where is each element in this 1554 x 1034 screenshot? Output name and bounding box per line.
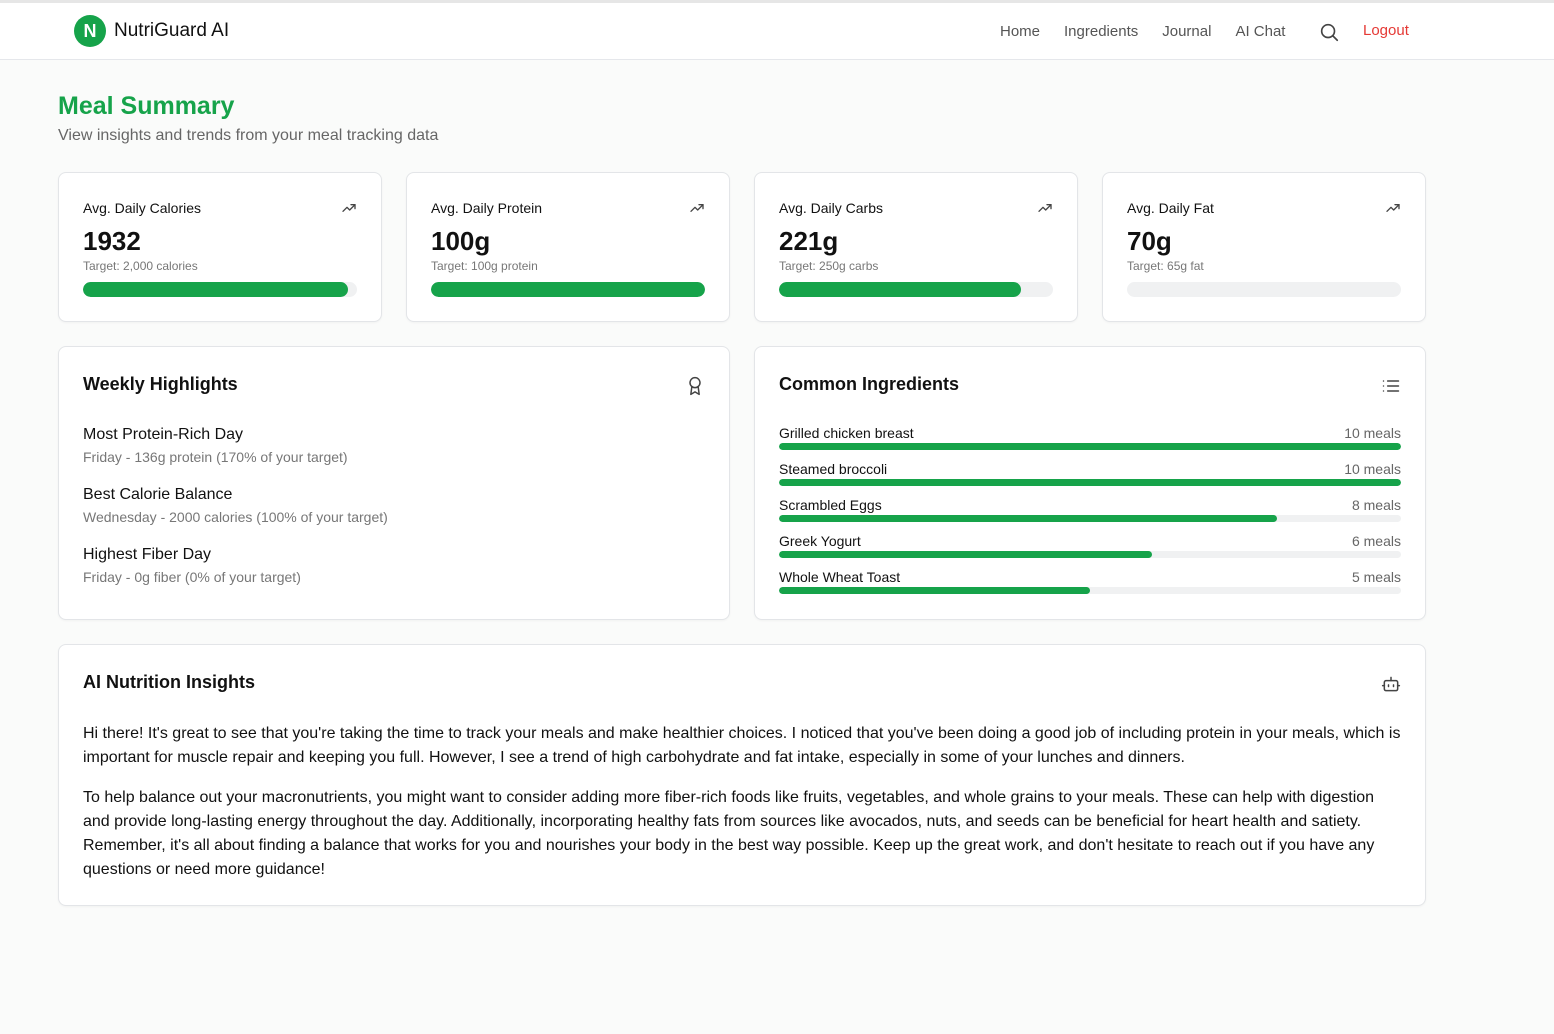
ingredient-row: Whole Wheat Toast 5 meals [779, 569, 1401, 594]
highlight-item: Most Protein-Rich Day Friday - 136g prot… [83, 426, 348, 465]
stat-target: Target: 65g fat [1127, 259, 1204, 273]
highlight-desc: Wednesday - 2000 calories (100% of your … [83, 509, 388, 525]
search-icon[interactable] [1318, 21, 1340, 43]
ingredient-bar [779, 551, 1401, 558]
ingredient-bar-fill [779, 587, 1090, 594]
nav-journal[interactable]: Journal [1162, 23, 1211, 40]
page-title: Meal Summary [58, 92, 235, 120]
stat-value: 1932 [83, 226, 141, 256]
stat-label: Avg. Daily Protein [431, 200, 543, 216]
stat-value: 100g [431, 226, 491, 256]
ingredient-count: 5 meals [1351, 569, 1401, 585]
ingredient-name: Scrambled Eggs [779, 497, 882, 513]
ingredient-count: 6 meals [1351, 533, 1401, 549]
stat-label: Avg. Daily Carbs [779, 200, 884, 216]
ingredient-bar-fill [779, 515, 1277, 522]
ingredient-bar-fill [779, 479, 1401, 486]
page-subtitle: View insights and trends from your meal … [58, 127, 439, 144]
ingredient-name: Greek Yogurt [779, 533, 861, 549]
highlight-title: Most Protein-Rich Day [83, 426, 244, 443]
list-icon [1382, 380, 1400, 392]
ingredient-row: Grilled chicken breast 10 meals [779, 425, 1401, 450]
nav-ai-chat[interactable]: AI Chat [1235, 23, 1285, 40]
stat-card-calories: Avg. Daily Calories 1932 Target: 2,000 c… [58, 172, 382, 322]
nav-ingredients[interactable]: Ingredients [1064, 23, 1138, 40]
ingredient-row: Steamed broccoli 10 meals [779, 461, 1401, 486]
ingredient-bar-fill [779, 551, 1153, 558]
ingredient-bar [779, 443, 1401, 450]
section-title: Weekly Highlights [83, 374, 238, 394]
highlight-item: Highest Fiber Day Friday - 0g fiber (0% … [83, 546, 301, 585]
weekly-highlights-card: Weekly Highlights Most Protein-Rich Day … [58, 346, 730, 620]
stat-target: Target: 250g carbs [779, 259, 879, 273]
logo[interactable]: N NutriGuard AI [74, 15, 229, 47]
highlight-desc: Friday - 136g protein (170% of your targ… [83, 449, 348, 465]
ingredient-count: 8 meals [1351, 497, 1401, 513]
stat-value: 70g [1127, 226, 1172, 256]
ingredient-row: Greek Yogurt 6 meals [779, 533, 1401, 558]
highlight-desc: Friday - 0g fiber (0% of your target) [83, 569, 301, 585]
nav-links: Home Ingredients Journal AI Chat [1000, 3, 1309, 60]
progress-bar [431, 282, 705, 297]
section-title: AI Nutrition Insights [83, 672, 255, 692]
highlight-title: Best Calorie Balance [83, 486, 233, 503]
ingredient-bar [779, 587, 1401, 594]
ingredient-row: Scrambled Eggs 8 meals [779, 497, 1401, 522]
insight-paragraph: To help balance out your macronutrients,… [83, 789, 1375, 878]
common-ingredients-card: Common Ingredients Grilled chicken breas… [754, 346, 1426, 620]
nav-home[interactable]: Home [1000, 23, 1040, 40]
bot-icon [1381, 676, 1401, 692]
ingredient-name: Grilled chicken breast [779, 425, 914, 441]
stat-card-protein: Avg. Daily Protein 100g Target: 100g pro… [406, 172, 730, 322]
ingredient-name: Steamed broccoli [779, 461, 888, 477]
progress-fill [431, 282, 705, 297]
ingredient-count: 10 meals [1344, 425, 1401, 441]
navbar: N NutriGuard AI Home Ingredients Journal… [0, 3, 1554, 60]
ai-insights-card: AI Nutrition Insights Hi there! It's gre… [58, 644, 1426, 906]
trending-up-icon [1386, 204, 1400, 212]
highlight-title: Highest Fiber Day [83, 546, 212, 563]
app-name: NutriGuard AI [114, 20, 230, 41]
insight-paragraph: Hi there! It's great to see that you're … [83, 725, 1401, 766]
stat-label: Avg. Daily Calories [83, 200, 202, 216]
progress-bar [83, 282, 357, 297]
trending-up-icon [1038, 204, 1052, 212]
highlight-item: Best Calorie Balance Wednesday - 2000 ca… [83, 486, 388, 525]
trending-up-icon [690, 204, 704, 212]
ingredient-bar [779, 479, 1401, 486]
trending-up-icon [342, 204, 356, 212]
logo-badge: N [74, 15, 106, 47]
ingredient-name: Whole Wheat Toast [779, 569, 901, 585]
stat-label: Avg. Daily Fat [1127, 200, 1214, 216]
stat-card-fat: Avg. Daily Fat 70g Target: 65g fat [1102, 172, 1426, 322]
ingredient-bar-fill [779, 443, 1401, 450]
stat-target: Target: 100g protein [431, 259, 538, 273]
stat-target: Target: 2,000 calories [83, 259, 198, 273]
section-title: Common Ingredients [779, 374, 960, 394]
progress-bar [779, 282, 1053, 297]
progress-fill [83, 282, 348, 297]
progress-bar [1127, 282, 1401, 297]
stat-value: 221g [779, 226, 839, 256]
stat-card-carbs: Avg. Daily Carbs 221g Target: 250g carbs [754, 172, 1078, 322]
ingredient-bar [779, 515, 1401, 522]
award-icon [689, 376, 701, 396]
progress-fill [779, 282, 1022, 297]
ingredient-count: 10 meals [1344, 461, 1401, 477]
logout-link[interactable]: Logout [1363, 22, 1409, 39]
